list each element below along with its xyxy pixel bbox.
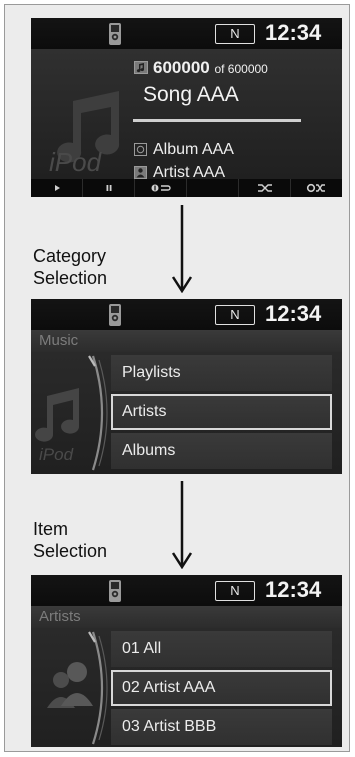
track-number: 600000 of 600000 [153, 58, 268, 79]
svg-text:iPod: iPod [39, 445, 74, 464]
clock: 12:34 [265, 301, 322, 326]
list-header-title: Music [39, 332, 79, 349]
progress-fill [133, 119, 301, 122]
album-icon [134, 143, 147, 156]
category-screen: N 12:34 Music iPod Playlists Artists Alb… [31, 299, 342, 474]
usb-device-icon [109, 23, 121, 45]
step-label-item-line2: Selection [33, 541, 108, 561]
artist-icon [134, 166, 147, 179]
manual-panel: N 12:34 iPod 600000 of 600000 Song AAA A… [4, 4, 350, 752]
track-total: of 600000 [214, 62, 268, 76]
step-label-category-line1: Category [33, 246, 107, 266]
list-header-title: Artists [39, 608, 81, 625]
step-label-item: Item Selection [33, 518, 107, 562]
category-list-body: iPod Playlists Artists Albums [31, 352, 342, 474]
list-item-artist-bbb[interactable]: 03 Artist BBB [111, 709, 332, 745]
status-bar: N 12:34 [31, 575, 342, 606]
down-arrow-icon [171, 205, 193, 293]
list-item-albums[interactable]: Albums [111, 433, 332, 469]
play-icon [54, 185, 60, 191]
album-name: Album AAA [153, 141, 234, 158]
pause-button[interactable] [83, 179, 135, 197]
progress-bar [133, 119, 301, 122]
playback-controls [31, 179, 342, 197]
clock: 12:34 [265, 20, 322, 45]
list-item-all[interactable]: 01 All [111, 631, 332, 667]
step-label-item-line1: Item [33, 519, 69, 539]
track-number-value: 600000 [153, 58, 210, 77]
shuffle-all-button[interactable] [291, 179, 342, 197]
artist-people-icon [47, 631, 108, 745]
list-item-artists[interactable]: Artists [111, 394, 332, 430]
track-number-icon [134, 61, 148, 74]
clock: 12:34 [265, 577, 322, 602]
pause-icon [106, 185, 111, 191]
repeat-button[interactable] [135, 179, 187, 197]
now-playing-body: iPod 600000 of 600000 Song AAA Album AAA… [31, 49, 342, 181]
list-header: Music [31, 330, 342, 352]
item-screen: N 12:34 Artists 01 All 02 Artist AAA 03 … [31, 575, 342, 747]
usb-device-icon [109, 304, 121, 326]
down-arrow-icon [171, 481, 193, 569]
empty-slot [187, 179, 239, 197]
now-playing-screen: N 12:34 iPod 600000 of 600000 Song AAA A… [31, 18, 342, 197]
status-bar: N 12:34 [31, 299, 342, 330]
shuffle-button[interactable] [239, 179, 291, 197]
gear-indicator: N [215, 24, 255, 44]
step-label-category: Category Selection [33, 245, 107, 289]
gear-indicator: N [215, 305, 255, 325]
item-list-body: 01 All 02 Artist AAA 03 Artist BBB [31, 628, 342, 747]
repeat-icon [151, 184, 171, 192]
list-item-playlists[interactable]: Playlists [111, 355, 332, 391]
gear-indicator: N [215, 581, 255, 601]
status-bar: N 12:34 [31, 18, 342, 49]
ipod-music-icon: iPod [35, 355, 108, 471]
shuffle-all-icon [306, 183, 325, 193]
play-button[interactable] [31, 179, 83, 197]
shuffle-icon [257, 184, 272, 192]
song-title: Song AAA [143, 83, 239, 106]
usb-device-icon [109, 580, 121, 602]
source-watermark: iPod [49, 147, 102, 177]
list-header: Artists [31, 606, 342, 628]
step-label-category-line2: Selection [33, 268, 108, 288]
list-item-artist-aaa[interactable]: 02 Artist AAA [111, 670, 332, 706]
